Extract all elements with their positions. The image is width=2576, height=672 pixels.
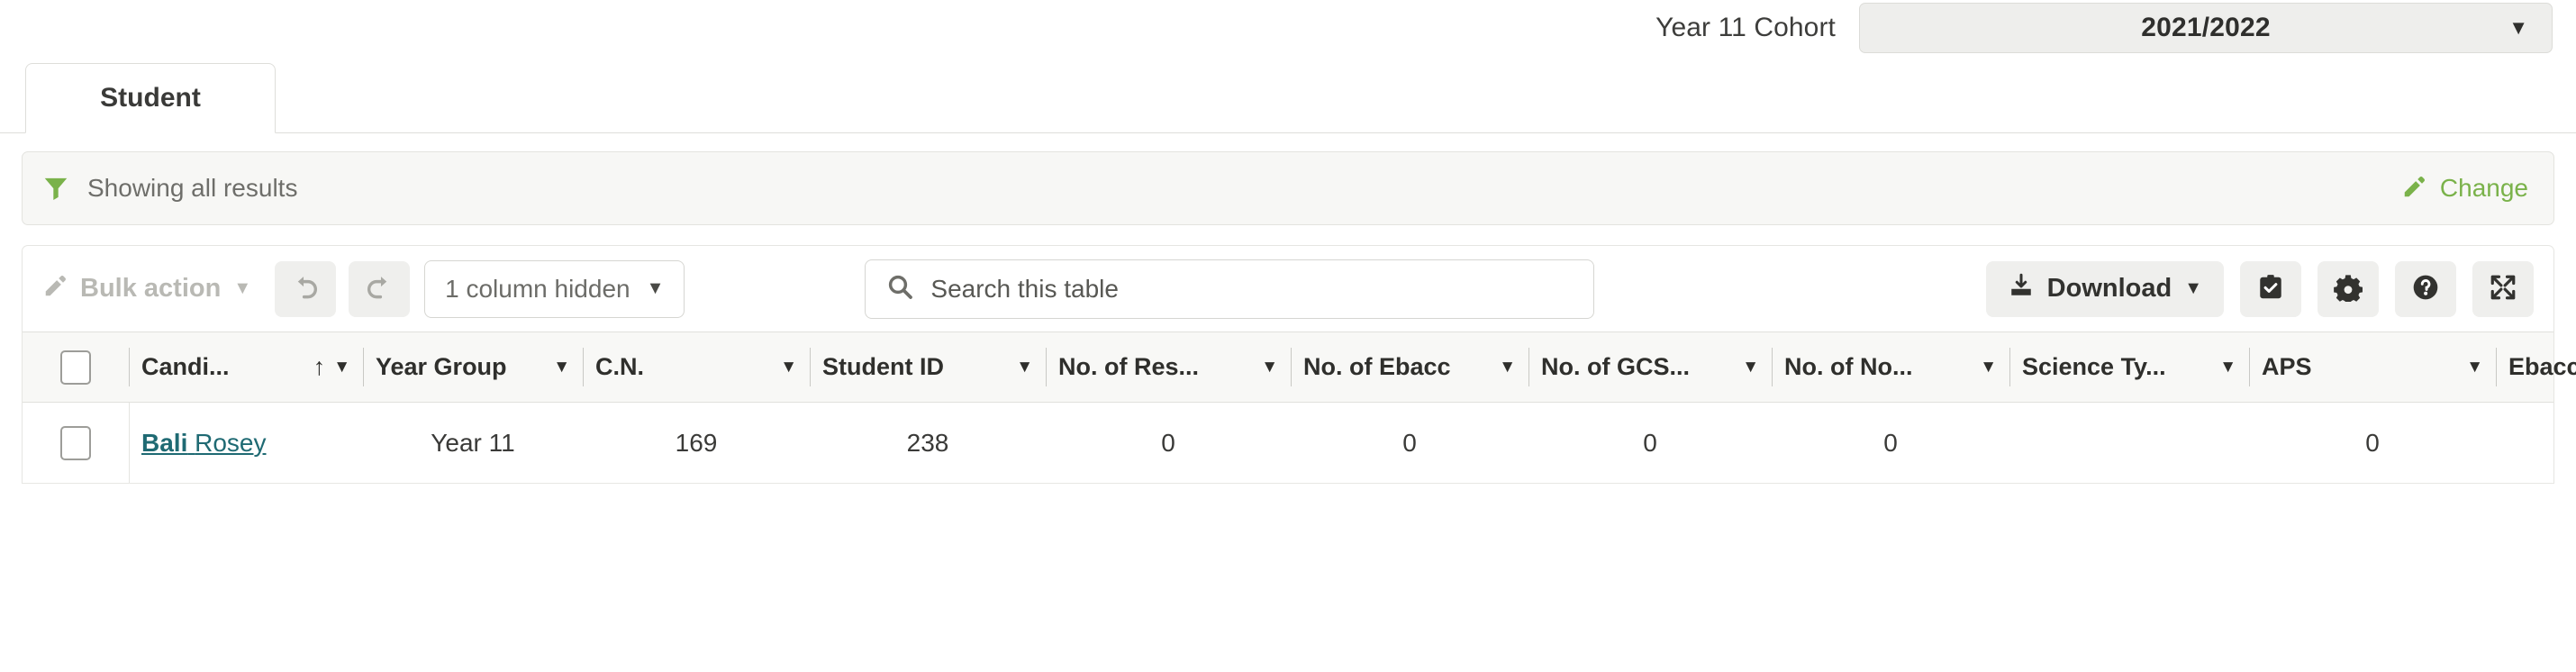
column-header-cn[interactable]: C.N. ▼ [583,331,810,403]
clipboard-check-icon [2256,273,2285,304]
sort-ascending-icon[interactable]: ↑ [313,353,326,381]
columns-hidden-label: 1 column hidden [445,274,630,303]
student-last-name: Rosey [195,428,267,457]
filter-status-text: Showing all results [87,174,298,202]
undo-icon [290,272,321,305]
undo-button[interactable] [275,260,337,317]
chevron-down-icon[interactable]: ▼ [2219,359,2236,376]
select-mode-button[interactable] [2240,260,2301,317]
column-header-cn-label: C.N. [595,353,644,380]
funnel-icon [42,176,69,201]
chevron-down-icon[interactable]: ▼ [1261,359,1278,376]
column-header-candidate[interactable]: Candi... ↑ ▼ [129,331,363,403]
cell-no-of-res: 0 [1046,402,1291,484]
student-table-container: Candi... ↑ ▼ Year Group ▼ C.N. ▼ Student… [22,331,2576,484]
select-all-header [23,331,129,403]
filter-status-bar: Showing all results Change [22,151,2554,225]
column-header-no-of-no[interactable]: No. of No... ▼ [1772,331,2009,403]
table-header-row: Candi... ↑ ▼ Year Group ▼ C.N. ▼ Student… [23,331,2576,403]
cell-cn: 169 [583,402,810,484]
select-all-checkbox[interactable] [60,350,91,385]
pencil-icon [42,272,69,306]
cell-ebacc-aps [2496,402,2553,484]
chevron-down-icon[interactable]: ▼ [333,359,350,376]
chevron-down-icon[interactable]: ▼ [1742,359,1759,376]
change-filter-link[interactable]: Change [2401,173,2528,204]
bulk-action-label: Bulk action [80,274,222,303]
cell-no-of-no: 0 [1772,402,2009,484]
cell-candidate-name: Bali Rosey [129,402,363,484]
column-header-no-of-ebacc-label: No. of Ebacc [1303,353,1451,380]
column-header-no-of-res-label: No. of Res... [1058,353,1200,380]
column-header-no-of-res[interactable]: No. of Res... ▼ [1046,331,1291,403]
column-header-no-of-ebacc[interactable]: No. of Ebacc ▼ [1291,331,1528,403]
student-name-link[interactable]: Bali Rosey [141,429,267,457]
column-header-candidate-label: Candi... [141,353,230,380]
table-row[interactable]: Bali Rosey Year 11 169 238 0 0 0 0 0 [23,402,2553,484]
question-circle-icon [2411,273,2440,304]
pencil-icon [2401,173,2428,204]
column-header-no-of-no-label: No. of No... [1784,353,1913,380]
cell-aps: 0 [2249,402,2496,484]
tab-bar: Student [0,56,2576,133]
download-button[interactable]: Download ▼ [1985,260,2224,317]
download-label: Download [2046,274,2172,303]
chevron-down-icon: ▼ [646,278,665,298]
student-table: Candi... ↑ ▼ Year Group ▼ C.N. ▼ Student… [23,331,2576,484]
download-icon [2008,272,2035,306]
column-header-aps-label: APS [2262,353,2312,380]
bulk-action-button[interactable]: Bulk action ▼ [42,272,251,306]
row-checkbox[interactable] [60,425,91,460]
cohort-year-select[interactable]: 2021/2022 ▼ [1859,3,2553,53]
column-header-student-id[interactable]: Student ID ▼ [810,331,1046,403]
tab-student-label: Student [100,83,201,113]
column-header-science-type-label: Science Ty... [2022,353,2166,380]
column-header-ebacc-aps[interactable]: Ebacc APS ▼ [2496,331,2576,403]
cell-science-type [2009,402,2249,484]
expand-arrows-icon [2489,273,2517,304]
table-toolbar: Bulk action ▼ 1 column hidden ▼ Search t… [22,245,2554,331]
fullscreen-button[interactable] [2472,260,2534,317]
chevron-down-icon[interactable]: ▼ [1499,359,1516,376]
chevron-down-icon[interactable]: ▼ [1016,359,1033,376]
settings-button[interactable] [2317,260,2379,317]
column-header-no-of-gcs-label: No. of GCS... [1541,353,1690,380]
cell-year-group: Year 11 [363,402,583,484]
chevron-down-icon[interactable]: ▼ [2466,359,2483,376]
chevron-down-icon[interactable]: ▼ [1980,359,1997,376]
columns-hidden-dropdown[interactable]: 1 column hidden ▼ [424,259,685,318]
search-box[interactable] [865,259,1595,319]
chevron-down-icon: ▼ [2184,278,2202,298]
row-select-cell [23,402,129,484]
column-header-no-of-gcs[interactable]: No. of GCS... ▼ [1528,331,1772,403]
tab-student[interactable]: Student [25,63,276,133]
chevron-down-icon: ▼ [2508,16,2528,39]
filter-status-left: Showing all results [42,174,297,203]
column-header-year-group[interactable]: Year Group ▼ [363,331,583,403]
cohort-bar: Year 11 Cohort 2021/2022 ▼ [0,0,2576,56]
help-button[interactable] [2395,260,2456,317]
change-filter-label: Change [2439,174,2528,202]
cohort-year-value: 2021/2022 [2141,13,2271,42]
column-header-ebacc-aps-label: Ebacc APS [2508,353,2576,380]
cell-no-of-gcs: 0 [1528,402,1772,484]
cohort-label: Year 11 Cohort [1655,13,1836,42]
toolbar-right-group: Download ▼ [1985,260,2534,317]
cell-no-of-ebacc: 0 [1291,402,1528,484]
search-input[interactable] [930,274,1574,304]
column-header-science-type[interactable]: Science Ty... ▼ [2009,331,2249,403]
cell-student-id: 238 [810,402,1046,484]
search-icon [885,272,914,305]
column-header-year-group-label: Year Group [376,353,507,380]
chevron-down-icon[interactable]: ▼ [780,359,797,376]
redo-button[interactable] [349,260,411,317]
chevron-down-icon[interactable]: ▼ [553,359,570,376]
chevron-down-icon: ▼ [233,278,252,298]
column-header-aps[interactable]: APS ▼ [2249,331,2496,403]
gear-icon [2334,273,2363,304]
student-first-name: Bali [141,428,188,457]
column-header-student-id-label: Student ID [822,353,944,380]
redo-icon [364,272,395,305]
